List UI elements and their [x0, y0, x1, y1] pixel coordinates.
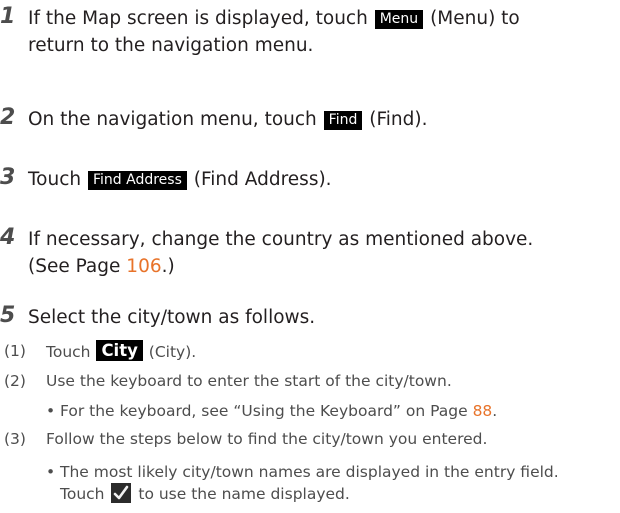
check-icon — [111, 483, 132, 503]
step-number: 3 — [0, 165, 16, 190]
step-text: If necessary, change the country as ment… — [28, 229, 534, 277]
page-link-88[interactable]: 88 — [473, 402, 493, 420]
menu-key: Menu — [374, 10, 424, 29]
step-number: 2 — [0, 105, 16, 130]
page-link-106[interactable]: 106 — [126, 256, 161, 277]
step-text: On the navigation menu, touch Find (Find… — [28, 109, 428, 130]
step-text: Touch Find Address (Find Address). — [28, 169, 332, 190]
find-address-key: Find Address — [88, 171, 187, 190]
step-text: Select the city/town as follows. — [28, 307, 316, 328]
find-key: Find — [323, 111, 363, 130]
step-number: 5 — [0, 303, 16, 328]
manual-page: 1 If the Map screen is displayed, touch … — [0, 4, 559, 503]
step-number: 4 — [0, 225, 16, 250]
step-number: 1 — [0, 4, 16, 29]
step-text: If the Map screen is displayed, touch Me… — [28, 8, 520, 56]
city-key: City — [96, 340, 143, 361]
